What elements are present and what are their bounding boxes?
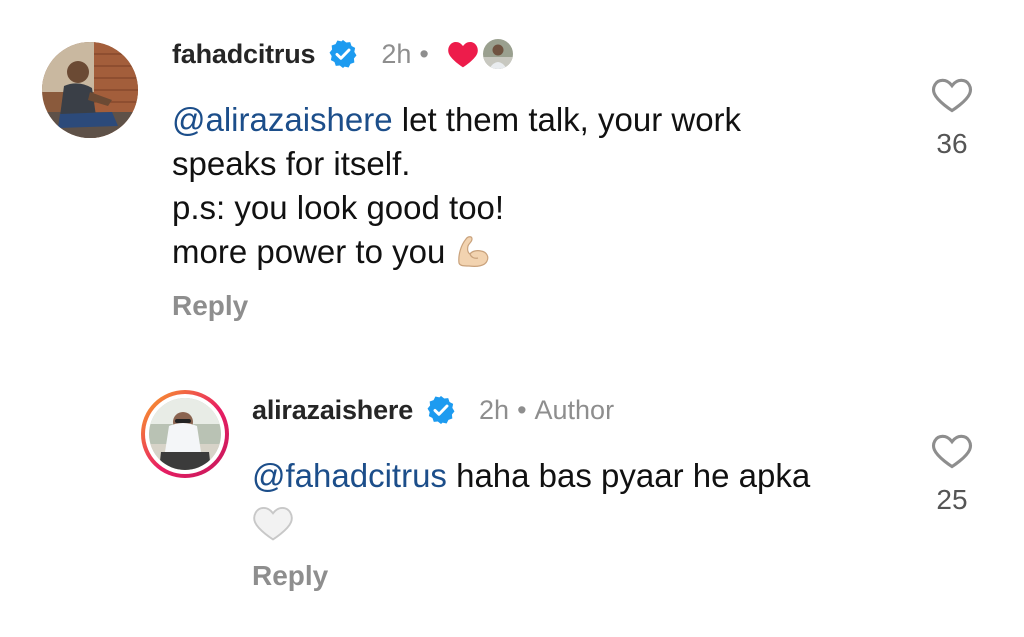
separator-dot: • <box>419 38 429 69</box>
avatar <box>149 398 221 470</box>
avatar-photo <box>42 42 138 138</box>
comment-line: speaks for itself. <box>172 145 411 182</box>
comment-header: alirazaishere 2h • Author <box>252 390 614 430</box>
comment-like: 25 <box>922 432 982 516</box>
comment-text: haha bas pyaar he apka <box>446 457 811 494</box>
author-mini-avatar <box>482 39 513 69</box>
comment-line: p.s: you look good too! <box>172 189 505 226</box>
comment-header: fahadcitrus 2h • <box>172 34 513 74</box>
comment-line: more power to you <box>172 230 741 274</box>
comment-text: let them talk, your work <box>392 101 742 138</box>
comment-timestamp: 2h <box>381 38 412 69</box>
comment-timestamp: 2h <box>479 394 510 425</box>
reply-button[interactable]: Reply <box>172 290 248 322</box>
comment-text: more power to you <box>172 233 446 270</box>
comment-line: @alirazaishere let them talk, your work <box>172 98 741 142</box>
liked-by-author-heart-icon <box>447 39 479 69</box>
comment-body: @alirazaishere let them talk, your work … <box>172 98 741 274</box>
avatar[interactable] <box>42 42 138 138</box>
separator-dot: • <box>517 394 527 425</box>
author-label: Author <box>534 394 615 425</box>
comment-like: 36 <box>922 76 982 160</box>
avatar-story-ring[interactable] <box>141 390 229 478</box>
mention-link[interactable]: @alirazaishere <box>172 101 393 138</box>
verified-badge-icon <box>327 38 359 70</box>
flexed-biceps-icon <box>455 233 491 269</box>
avatar-photo <box>149 398 221 470</box>
like-count: 25 <box>936 484 968 515</box>
comment-item: fahadcitrus 2h • @alirazaishere let them… <box>0 0 1024 340</box>
white-heart-icon <box>252 504 294 553</box>
comment-body: @fahadcitrus haha bas pyaar he apka <box>252 454 810 542</box>
reply-comment-item: alirazaishere 2h • Author @fahadcitrus h… <box>0 340 1024 637</box>
comment-line: @fahadcitrus haha bas pyaar he apka <box>252 454 810 498</box>
like-heart-icon[interactable] <box>922 432 982 470</box>
like-count: 36 <box>936 128 968 159</box>
comment-username[interactable]: alirazaishere <box>252 395 413 426</box>
mention-link[interactable]: @fahadcitrus <box>252 457 447 494</box>
comment-username[interactable]: fahadcitrus <box>172 39 316 70</box>
verified-badge-icon <box>425 394 457 426</box>
reply-button[interactable]: Reply <box>252 560 328 592</box>
like-heart-icon[interactable] <box>922 76 982 114</box>
comment-line <box>252 498 810 542</box>
